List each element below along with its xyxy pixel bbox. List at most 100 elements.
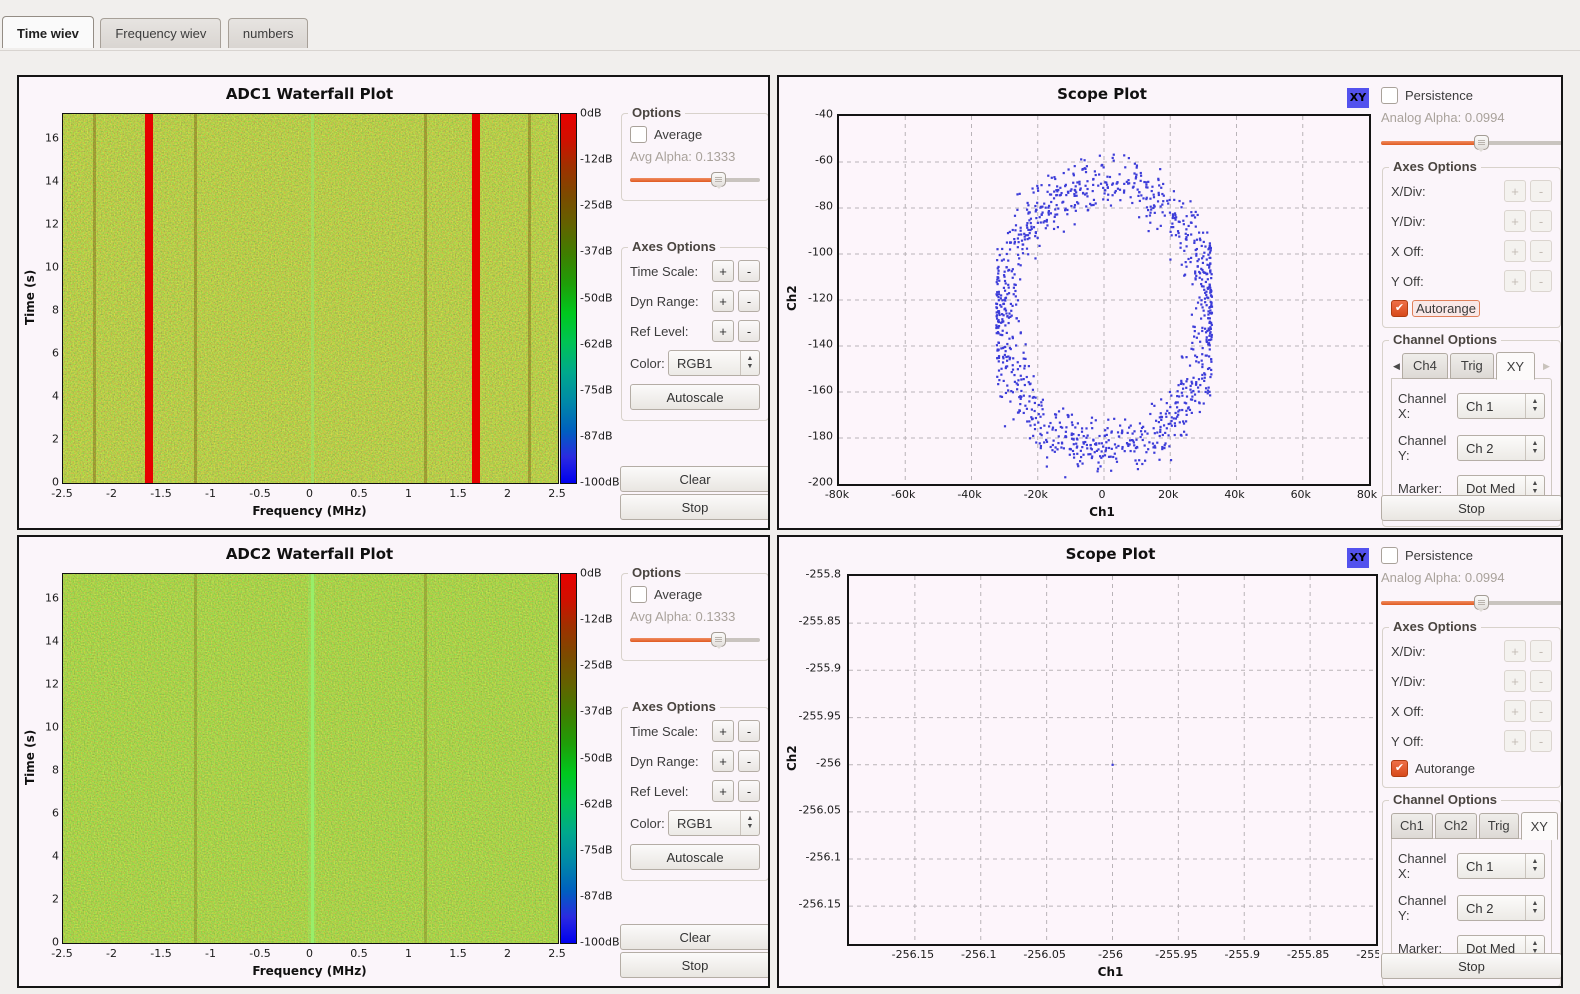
time-scale-minus-button[interactable]: -: [738, 260, 760, 282]
spinner-arrows-icon[interactable]: ▲▼: [1525, 854, 1544, 878]
time-scale-plus-button[interactable]: +: [712, 260, 734, 282]
channel-tab-xy[interactable]: XY: [1496, 352, 1535, 380]
ref-level-minus-button[interactable]: -: [738, 780, 760, 802]
average-checkbox[interactable]: Average: [630, 586, 760, 603]
color-select[interactable]: RGB1 ▲▼: [668, 350, 760, 376]
y-off-label: Y Off:: [1391, 734, 1500, 749]
channel-x-select[interactable]: Ch 1 ▲▼: [1457, 393, 1545, 419]
average-checkbox[interactable]: Average: [630, 126, 760, 143]
checkbox-icon[interactable]: [1381, 547, 1398, 564]
x-tick-labels: -80k-60k-40k-20k020k40k60k80k: [837, 488, 1367, 502]
checkbox-checked-icon[interactable]: ✔: [1391, 760, 1408, 777]
x-div-plus-button[interactable]: +: [1504, 180, 1526, 202]
ref-level-plus-button[interactable]: +: [712, 780, 734, 802]
slider-handle[interactable]: [711, 172, 726, 187]
y-div-minus-button[interactable]: -: [1530, 670, 1552, 692]
spinner-arrows-icon[interactable]: ▲▼: [740, 811, 759, 835]
channel-y-select[interactable]: Ch 2 ▲▼: [1457, 435, 1545, 461]
y-div-minus-button[interactable]: -: [1530, 210, 1552, 232]
tab-scroll-right-icon[interactable]: ▶: [1541, 361, 1552, 379]
tab-frequency-wiev[interactable]: Frequency wiev: [100, 18, 221, 48]
persistence-checkbox[interactable]: Persistence: [1381, 547, 1562, 564]
spinner-arrows-icon[interactable]: ▲▼: [1525, 436, 1544, 460]
channel-tab-xy[interactable]: XY: [1521, 812, 1558, 840]
checkbox-icon[interactable]: [630, 126, 647, 143]
channel-x-label: Channel X:: [1398, 391, 1457, 421]
analog-alpha-slider[interactable]: [1381, 593, 1562, 613]
checkbox-checked-icon[interactable]: ✔: [1391, 300, 1408, 317]
y-off-minus-button[interactable]: -: [1530, 730, 1552, 752]
ref-level-plus-button[interactable]: +: [712, 320, 734, 342]
clear-button[interactable]: Clear: [620, 466, 770, 492]
y-div-plus-button[interactable]: +: [1504, 210, 1526, 232]
slider-handle[interactable]: [1474, 135, 1489, 150]
tick-label: -75dB: [580, 843, 613, 856]
spinner-arrows-icon[interactable]: ▲▼: [740, 351, 759, 375]
autorange-checkbox[interactable]: ✔ Autorange: [1391, 760, 1552, 777]
channel-x-select[interactable]: Ch 1 ▲▼: [1457, 853, 1545, 879]
avg-alpha-slider[interactable]: [630, 630, 760, 650]
slider-handle[interactable]: [711, 632, 726, 647]
stop-button[interactable]: Stop: [620, 952, 770, 978]
stop-button[interactable]: Stop: [1381, 953, 1562, 979]
channel-tab-ch1[interactable]: Ch1: [1391, 813, 1433, 839]
tick-label: -62dB: [580, 797, 613, 810]
y-off-plus-button[interactable]: +: [1504, 270, 1526, 292]
tab-numbers[interactable]: numbers: [228, 18, 309, 48]
time-scale-minus-button[interactable]: -: [738, 720, 760, 742]
tick-label: 0dB: [580, 567, 602, 580]
x-div-plus-button[interactable]: +: [1504, 640, 1526, 662]
stop-button[interactable]: Stop: [1381, 495, 1562, 521]
y-off-plus-button[interactable]: +: [1504, 730, 1526, 752]
dyn-range-plus-button[interactable]: +: [712, 290, 734, 312]
analog-alpha-slider[interactable]: [1381, 133, 1562, 153]
color-select[interactable]: RGB1 ▲▼: [668, 810, 760, 836]
autorange-label: Autorange: [1412, 300, 1480, 317]
channel-tab-trig[interactable]: Trig: [1479, 813, 1519, 839]
x-off-plus-button[interactable]: +: [1504, 240, 1526, 262]
tab-scroll-left-icon[interactable]: ◀: [1391, 361, 1402, 379]
y-off-minus-button[interactable]: -: [1530, 270, 1552, 292]
channel-tab-trig[interactable]: Trig: [1450, 353, 1494, 379]
autoscale-button[interactable]: Autoscale: [630, 384, 760, 410]
tick-label: 4: [52, 850, 59, 863]
x-off-minus-button[interactable]: -: [1530, 700, 1552, 722]
checkbox-icon[interactable]: [1381, 87, 1398, 104]
dyn-range-plus-button[interactable]: +: [712, 750, 734, 772]
tick-label: 0dB: [580, 107, 602, 120]
persistence-checkbox[interactable]: Persistence: [1381, 87, 1562, 104]
tick-label: 2: [52, 432, 59, 445]
x-off-minus-button[interactable]: -: [1530, 240, 1552, 262]
checkbox-icon[interactable]: [630, 586, 647, 603]
x-div-minus-button[interactable]: -: [1530, 180, 1552, 202]
stop-button[interactable]: Stop: [620, 494, 770, 520]
spinner-arrows-icon[interactable]: ▲▼: [1525, 394, 1544, 418]
autorange-checkbox[interactable]: ✔ Autorange: [1391, 300, 1552, 317]
tick-label: 2.5: [548, 947, 566, 960]
dyn-range-minus-button[interactable]: -: [738, 290, 760, 312]
channel-tab-ch4[interactable]: Ch4: [1402, 353, 1448, 379]
x-off-plus-button[interactable]: +: [1504, 700, 1526, 722]
dyn-range-minus-button[interactable]: -: [738, 750, 760, 772]
page-title: Scope Plot: [847, 545, 1374, 563]
scope-controls: Persistence Analog Alpha: 0.0994 Axes Op…: [1381, 537, 1562, 988]
clear-button[interactable]: Clear: [620, 924, 770, 950]
scope-canvas[interactable]: [847, 574, 1378, 946]
waterfall-heatmap[interactable]: [62, 113, 559, 484]
avg-alpha-slider[interactable]: [630, 170, 760, 190]
tick-label: -100dB: [580, 936, 620, 949]
tab-time-wiev[interactable]: Time wiev: [2, 16, 94, 48]
channel-y-select[interactable]: Ch 2 ▲▼: [1457, 895, 1545, 921]
channel-tab-ch2[interactable]: Ch2: [1435, 813, 1477, 839]
tick-label: -60: [815, 154, 833, 167]
time-scale-plus-button[interactable]: +: [712, 720, 734, 742]
scope-canvas[interactable]: [837, 114, 1371, 486]
slider-handle[interactable]: [1474, 595, 1489, 610]
y-div-plus-button[interactable]: +: [1504, 670, 1526, 692]
autoscale-button[interactable]: Autoscale: [630, 844, 760, 870]
color-value: RGB1: [669, 816, 740, 831]
ref-level-minus-button[interactable]: -: [738, 320, 760, 342]
spinner-arrows-icon[interactable]: ▲▼: [1525, 896, 1544, 920]
x-div-minus-button[interactable]: -: [1530, 640, 1552, 662]
waterfall-heatmap[interactable]: [62, 573, 559, 944]
